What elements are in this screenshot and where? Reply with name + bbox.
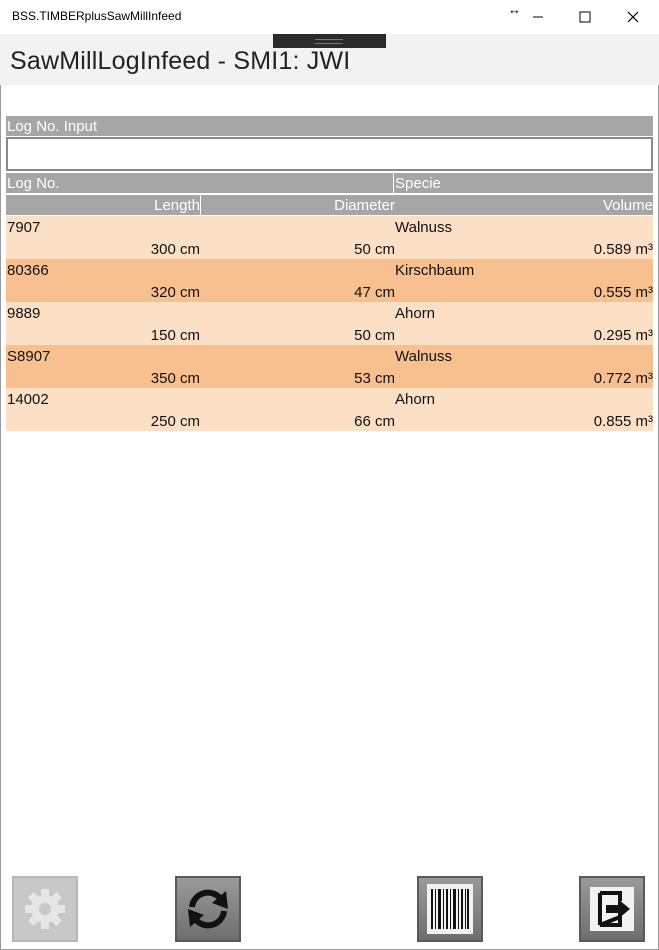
close-icon <box>627 11 639 23</box>
log-volume: 0.555 m³ <box>593 284 653 301</box>
log-number: 80366 <box>7 262 49 279</box>
column-divider <box>393 173 394 193</box>
log-row[interactable]: 14002 Ahorn 250 cm 66 cm 0.855 m³ <box>6 388 653 431</box>
log-number: 14002 <box>7 391 49 408</box>
log-length: 150 cm <box>150 327 200 344</box>
log-volume: 0.295 m³ <box>593 327 653 344</box>
log-diameter: 47 cm <box>354 284 395 301</box>
exit-icon <box>590 887 634 931</box>
log-length: 350 cm <box>150 370 200 387</box>
column-header-log-no[interactable]: Log No. <box>7 175 60 192</box>
log-number: S8907 <box>7 348 51 365</box>
log-diameter: 50 cm <box>354 327 395 344</box>
refresh-icon <box>188 889 228 929</box>
log-row[interactable]: 7907 Walnuss 300 cm 50 cm 0.589 m³ <box>6 216 653 259</box>
column-header-specie[interactable]: Specie <box>395 175 441 192</box>
log-diameter: 50 cm <box>354 241 395 258</box>
scan-barcode-button[interactable] <box>417 876 483 942</box>
log-row[interactable]: 80366 Kirschbaum 320 cm 47 cm 0.555 m³ <box>6 259 653 302</box>
log-number: 9889 <box>7 305 41 322</box>
log-list: 7907 Walnuss 300 cm 50 cm 0.589 m³ 80366… <box>6 216 653 431</box>
gear-icon <box>25 889 65 929</box>
log-length: 320 cm <box>150 284 200 301</box>
column-header-diameter[interactable]: Diameter <box>334 197 395 214</box>
maximize-button[interactable] <box>562 0 608 34</box>
minimize-button[interactable] <box>515 0 561 34</box>
log-volume: 0.855 m³ <box>593 413 653 430</box>
page-title: SawMillLogInfeed - SMI1: JWI <box>10 47 351 75</box>
column-header-length[interactable]: Length <box>154 197 200 214</box>
window-title: BSS.TIMBERplusSawMillInfeed <box>12 9 182 23</box>
log-input-header: Log No. Input <box>6 116 653 136</box>
log-number-input[interactable] <box>6 137 653 171</box>
log-specie: Ahorn <box>395 305 436 322</box>
log-length: 250 cm <box>150 413 200 430</box>
log-row[interactable]: S8907 Walnuss 350 cm 53 cm 0.772 m³ <box>6 345 653 388</box>
log-specie: Walnuss <box>395 348 452 365</box>
column-divider <box>200 195 201 215</box>
settings-button[interactable] <box>12 876 78 942</box>
column-header-volume[interactable]: Volume <box>603 197 653 214</box>
grip-icon <box>315 39 343 44</box>
minimize-icon <box>533 16 543 18</box>
refresh-button[interactable] <box>175 876 241 942</box>
log-diameter: 66 cm <box>354 413 395 430</box>
log-specie: Walnuss <box>395 219 452 236</box>
log-diameter: 53 cm <box>354 370 395 387</box>
drag-handle[interactable] <box>273 34 386 48</box>
column-header-row-2: Length Diameter Volume <box>6 195 653 215</box>
column-header-row-1: Log No. Specie <box>6 173 653 193</box>
maximize-icon <box>579 11 591 23</box>
log-volume: 0.589 m³ <box>593 241 653 258</box>
log-volume: 0.772 m³ <box>593 370 653 387</box>
log-number: 7907 <box>7 219 41 236</box>
log-input-label: Log No. Input <box>7 118 98 135</box>
log-specie: Ahorn <box>395 391 436 408</box>
title-bar[interactable]: BSS.TIMBERplusSawMillInfeed ↔ <box>0 0 659 34</box>
barcode-icon <box>427 884 473 934</box>
close-button[interactable] <box>610 0 656 34</box>
log-length: 300 cm <box>150 241 200 258</box>
log-row[interactable]: 9889 Ahorn 150 cm 50 cm 0.295 m³ <box>6 302 653 345</box>
log-specie: Kirschbaum <box>395 262 475 279</box>
exit-button[interactable] <box>579 876 645 942</box>
